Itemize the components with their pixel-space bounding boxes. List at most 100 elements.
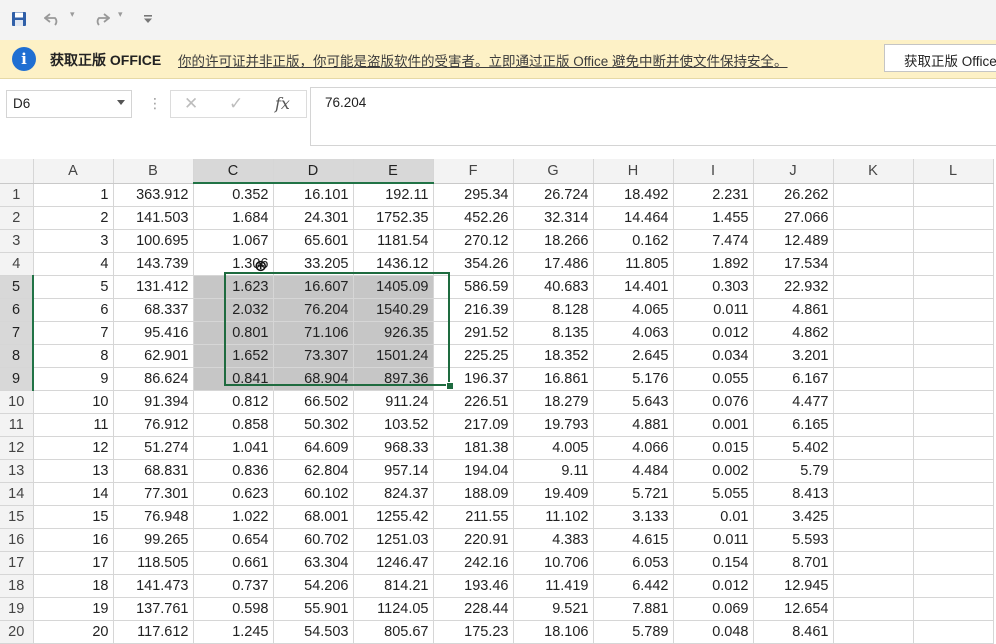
cell[interactable]: 11.805 xyxy=(593,252,674,276)
cell[interactable]: 141.503 xyxy=(113,206,194,230)
cell[interactable]: 18.266 xyxy=(513,229,594,253)
cell[interactable]: 1501.24 xyxy=(353,344,434,368)
cell[interactable]: 10 xyxy=(33,390,114,414)
row-header[interactable]: 3 xyxy=(0,229,34,253)
cell[interactable]: 0.011 xyxy=(673,528,754,552)
cell[interactable]: 14.464 xyxy=(593,206,674,230)
cell[interactable]: 897.36 xyxy=(353,367,434,391)
cell[interactable]: 77.301 xyxy=(113,482,194,506)
cell[interactable] xyxy=(913,367,994,391)
cell[interactable]: 452.26 xyxy=(433,206,514,230)
cell[interactable]: 0.303 xyxy=(673,275,754,299)
cell[interactable]: 8.128 xyxy=(513,298,594,322)
cell[interactable]: 354.26 xyxy=(433,252,514,276)
cell[interactable] xyxy=(913,344,994,368)
cell[interactable] xyxy=(913,436,994,460)
cell[interactable]: 0.034 xyxy=(673,344,754,368)
cell[interactable]: 12.489 xyxy=(753,229,834,253)
cell[interactable]: 6 xyxy=(33,298,114,322)
cell[interactable]: 0.069 xyxy=(673,597,754,621)
cell[interactable] xyxy=(913,183,994,207)
row-header[interactable]: 6 xyxy=(0,298,34,322)
cell[interactable]: 18.106 xyxy=(513,620,594,644)
cell[interactable]: 18.492 xyxy=(593,183,674,207)
cell[interactable]: 54.503 xyxy=(273,620,354,644)
cell[interactable] xyxy=(833,505,914,529)
cell[interactable]: 13 xyxy=(33,459,114,483)
cell[interactable]: 117.612 xyxy=(113,620,194,644)
cell[interactable]: 0.048 xyxy=(673,620,754,644)
cell[interactable]: 11.419 xyxy=(513,574,594,598)
cell[interactable]: 16.861 xyxy=(513,367,594,391)
cell[interactable]: 0.654 xyxy=(193,528,274,552)
cell[interactable]: 63.304 xyxy=(273,551,354,575)
row-header[interactable]: 18 xyxy=(0,574,34,598)
cell[interactable]: 11.102 xyxy=(513,505,594,529)
cell[interactable]: 76.948 xyxy=(113,505,194,529)
cell[interactable]: 6.442 xyxy=(593,574,674,598)
cell[interactable]: 103.52 xyxy=(353,413,434,437)
cell[interactable] xyxy=(913,505,994,529)
cell[interactable]: 91.394 xyxy=(113,390,194,414)
cell[interactable] xyxy=(913,620,994,644)
cell[interactable]: 6.165 xyxy=(753,413,834,437)
cell[interactable]: 2 xyxy=(33,206,114,230)
cell[interactable]: 76.912 xyxy=(113,413,194,437)
cell[interactable]: 4.063 xyxy=(593,321,674,345)
cell[interactable] xyxy=(913,206,994,230)
cell[interactable]: 0.841 xyxy=(193,367,274,391)
insert-function-icon[interactable]: fx xyxy=(275,94,290,113)
cell[interactable]: 18 xyxy=(33,574,114,598)
cell[interactable]: 8.461 xyxy=(753,620,834,644)
cell[interactable]: 100.695 xyxy=(113,229,194,253)
cell[interactable]: 27.066 xyxy=(753,206,834,230)
cell[interactable]: 1.245 xyxy=(193,620,274,644)
cell[interactable] xyxy=(833,436,914,460)
cell[interactable]: 15 xyxy=(33,505,114,529)
cell[interactable]: 118.505 xyxy=(113,551,194,575)
cell[interactable] xyxy=(833,321,914,345)
column-header-h[interactable]: H xyxy=(593,159,674,184)
cell[interactable]: 16.101 xyxy=(273,183,354,207)
cell[interactable]: 19.793 xyxy=(513,413,594,437)
cell[interactable] xyxy=(833,298,914,322)
cell[interactable]: 226.51 xyxy=(433,390,514,414)
cell[interactable]: 0.012 xyxy=(673,321,754,345)
cell[interactable]: 18.279 xyxy=(513,390,594,414)
cell[interactable]: 68.904 xyxy=(273,367,354,391)
cell[interactable]: 99.265 xyxy=(113,528,194,552)
cell[interactable]: 26.724 xyxy=(513,183,594,207)
row-header[interactable]: 16 xyxy=(0,528,34,552)
cell[interactable]: 95.416 xyxy=(113,321,194,345)
row-header[interactable]: 13 xyxy=(0,459,34,483)
cell[interactable]: 5.402 xyxy=(753,436,834,460)
cell[interactable] xyxy=(833,390,914,414)
cell[interactable] xyxy=(913,321,994,345)
row-header[interactable]: 2 xyxy=(0,206,34,230)
cell[interactable]: 1181.54 xyxy=(353,229,434,253)
cell[interactable]: 11 xyxy=(33,413,114,437)
select-all-corner[interactable] xyxy=(0,159,34,184)
cell[interactable] xyxy=(833,528,914,552)
cell[interactable]: 4.861 xyxy=(753,298,834,322)
cell[interactable]: 65.601 xyxy=(273,229,354,253)
cell[interactable] xyxy=(913,229,994,253)
cell[interactable]: 911.24 xyxy=(353,390,434,414)
column-header-l[interactable]: L xyxy=(913,159,994,184)
cell[interactable]: 814.21 xyxy=(353,574,434,598)
cell[interactable]: 175.23 xyxy=(433,620,514,644)
cell[interactable]: 1.652 xyxy=(193,344,274,368)
cell[interactable]: 66.502 xyxy=(273,390,354,414)
fill-handle[interactable] xyxy=(446,382,454,390)
save-icon[interactable] xyxy=(8,8,30,30)
cell[interactable]: 6.167 xyxy=(753,367,834,391)
cell[interactable]: 0.801 xyxy=(193,321,274,345)
cell[interactable]: 5.176 xyxy=(593,367,674,391)
cell[interactable]: 4.615 xyxy=(593,528,674,552)
more-options-icon[interactable]: ⋮ xyxy=(148,95,162,112)
row-header[interactable]: 12 xyxy=(0,436,34,460)
column-header-e[interactable]: E xyxy=(353,159,434,184)
cell[interactable]: 51.274 xyxy=(113,436,194,460)
cell[interactable]: 4.477 xyxy=(753,390,834,414)
cell[interactable] xyxy=(913,459,994,483)
